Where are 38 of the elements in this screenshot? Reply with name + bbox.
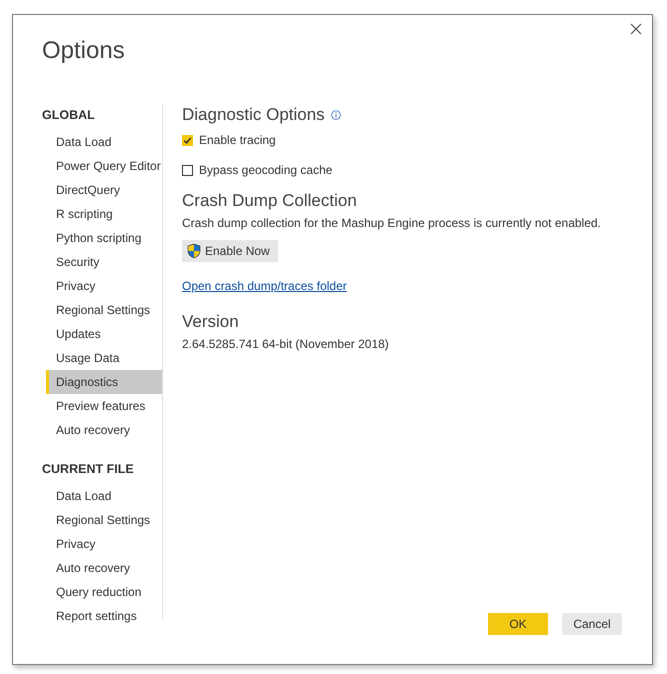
sidebar-item[interactable]: R scripting	[46, 202, 162, 226]
sidebar-item[interactable]: Data Load	[46, 484, 162, 508]
dialog-title: Options	[42, 36, 125, 66]
description-text: Crash dump collection for the Mashup Engine process is currently not enabled.	[182, 216, 601, 230]
section-heading: Crash Dump Collection	[182, 191, 357, 211]
folder-link[interactable]: Open crash dump/traces folder	[182, 279, 347, 293]
cancel-button[interactable]: Cancel	[562, 613, 622, 635]
sidebar-item[interactable]: Privacy	[46, 532, 162, 556]
section-heading: CURRENT FILE	[42, 461, 135, 478]
sidebar-item[interactable]: DirectQuery	[46, 178, 162, 202]
close-icon[interactable]	[630, 23, 642, 35]
sidebar-item[interactable]: Data Load	[46, 130, 162, 154]
sidebar-item[interactable]: Security	[46, 250, 162, 274]
sidebar-item[interactable]: Report settings	[46, 604, 162, 628]
checkbox[interactable]	[182, 164, 193, 176]
checkbox-label: Enable tracing	[199, 133, 276, 147]
sidebar-item[interactable]: Usage Data	[46, 346, 162, 370]
ok-button[interactable]: OK	[488, 613, 548, 635]
sidebar-item[interactable]: Diagnostics	[46, 370, 162, 394]
shield-icon	[186, 243, 202, 259]
section-heading: Diagnostic Options	[182, 105, 325, 125]
section-heading: Version	[182, 312, 239, 332]
sidebar-item[interactable]: Privacy	[46, 274, 162, 298]
enable-now-button[interactable]: Enable Now	[182, 240, 278, 262]
sidebar-item[interactable]: Regional Settings	[46, 298, 162, 322]
sidebar-item[interactable]: Auto recovery	[46, 556, 162, 580]
checkbox-label: Bypass geocoding cache	[199, 163, 332, 177]
sidebar-item[interactable]: Power Query Editor	[46, 154, 162, 178]
sidebar-item[interactable]: Python scripting	[46, 226, 162, 250]
section-heading: GLOBAL	[42, 107, 96, 124]
sidebar-item[interactable]: Auto recovery	[46, 418, 162, 442]
sidebar-item[interactable]: Regional Settings	[46, 508, 162, 532]
description-text: 2.64.5285.741 64-bit (November 2018)	[182, 337, 390, 351]
sidebar-item[interactable]: Preview features	[46, 394, 162, 418]
checkbox[interactable]	[182, 134, 193, 146]
info-icon[interactable]	[330, 110, 341, 120]
sidebar-item[interactable]: Updates	[46, 322, 162, 346]
sidebar-item[interactable]: Query reduction	[46, 580, 162, 604]
